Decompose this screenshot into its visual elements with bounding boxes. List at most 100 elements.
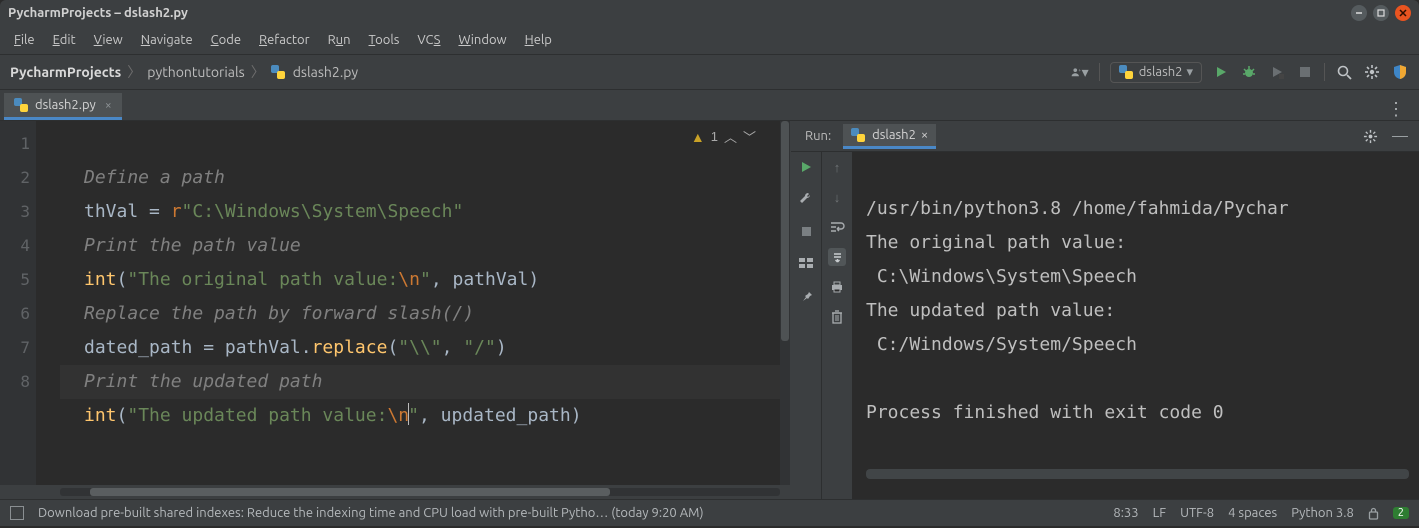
run-header: Run: dslash2 × — <box>791 121 1419 152</box>
console-scrollbar-horizontal[interactable] <box>866 469 1409 479</box>
run-coverage-button[interactable] <box>1268 65 1286 79</box>
console-output[interactable]: /usr/bin/python3.8 /home/fahmida/Pychar … <box>852 152 1419 499</box>
print-icon[interactable] <box>828 278 846 296</box>
menu-edit[interactable]: Edit <box>45 31 84 49</box>
arrow-down-icon[interactable]: ↓ <box>828 188 846 206</box>
trash-icon[interactable] <box>828 308 846 326</box>
code-token: Replace the path by forward slash(/) <box>84 303 474 324</box>
close-tab-icon[interactable]: × <box>921 128 928 142</box>
code-token: \n <box>398 269 420 290</box>
status-message[interactable]: Download pre-built shared indexes: Reduc… <box>38 506 704 520</box>
run-tool-window: Run: dslash2 × — <box>790 121 1419 499</box>
menu-view[interactable]: View <box>86 31 131 49</box>
code-token: dated_path = pathVal. <box>84 337 312 358</box>
line-separator[interactable]: LF <box>1153 506 1166 520</box>
chevron-down-icon[interactable]: ﹀ <box>743 127 756 146</box>
code-text[interactable]: Define a path thVal = r"C:\Windows\Syste… <box>66 121 790 485</box>
line-number: 3 <box>0 195 30 229</box>
notifications-badge[interactable]: 2 <box>1393 507 1409 519</box>
shield-icon[interactable] <box>1391 64 1409 80</box>
code-token: Print the updated path <box>84 371 322 392</box>
toolbar-separator <box>1099 63 1100 81</box>
menu-vcs[interactable]: VCS <box>409 31 448 49</box>
code-token: , updated_path) <box>419 405 582 426</box>
warning-icon: ▲ <box>691 129 705 145</box>
code-token: r <box>171 201 182 222</box>
inspection-widget[interactable]: ▲ 1 ︿ ﹀ <box>691 127 756 146</box>
scrollbar-thumb[interactable] <box>90 488 610 496</box>
code-token: " <box>420 269 431 290</box>
console-line: C:/Windows/System/Speech <box>866 334 1137 355</box>
wrench-icon[interactable] <box>797 190 815 208</box>
caret-position[interactable]: 8:33 <box>1113 506 1138 520</box>
window-maximize-button[interactable] <box>1373 5 1389 21</box>
menu-help[interactable]: Help <box>517 31 560 49</box>
line-number: 1 <box>0 127 30 161</box>
code-token: ) <box>496 337 507 358</box>
layout-icon[interactable] <box>797 254 815 272</box>
breadcrumb-file[interactable]: dslash2.py <box>293 64 358 80</box>
console-line: The updated path value: <box>866 300 1115 321</box>
run-tab-active[interactable]: dslash2 × <box>843 124 936 149</box>
window-title: PycharmProjects – dslash2.py <box>8 6 188 20</box>
settings-button[interactable] <box>1363 64 1381 80</box>
soft-wrap-icon[interactable] <box>828 218 846 236</box>
menu-code[interactable]: Code <box>203 31 249 49</box>
code-token: "/" <box>463 337 496 358</box>
lock-icon[interactable] <box>1368 507 1379 520</box>
add-user-icon[interactable]: + ▾ <box>1071 64 1089 81</box>
tab-actions-menu-icon[interactable]: ⋮ <box>1377 99 1415 120</box>
hide-tool-window-icon[interactable]: — <box>1391 127 1409 145</box>
stop-icon[interactable] <box>797 222 815 240</box>
code-token: int <box>84 405 117 426</box>
editor-tab-active[interactable]: dslash2.py × <box>4 93 122 120</box>
menu-refactor[interactable]: Refactor <box>251 31 318 49</box>
tool-window-settings-icon[interactable] <box>1361 129 1379 144</box>
run-action-gutter <box>791 152 821 499</box>
menu-navigate[interactable]: Navigate <box>133 31 201 49</box>
window-close-button[interactable] <box>1395 5 1411 21</box>
stop-button[interactable] <box>1296 66 1314 78</box>
line-number: 7 <box>0 331 30 365</box>
menu-window[interactable]: Window <box>450 31 514 49</box>
pin-icon[interactable] <box>797 286 815 304</box>
breadcrumbs: PycharmProjects 〉 pythontutorials 〉 dsla… <box>10 62 358 82</box>
indent-setting[interactable]: 4 spaces <box>1228 506 1277 520</box>
menu-file[interactable]: File <box>6 31 43 49</box>
editor-scrollbar-horizontal[interactable] <box>0 485 790 499</box>
code-token: Define a path <box>84 167 225 188</box>
line-number: 5 <box>0 263 30 297</box>
arrow-up-icon[interactable]: ↑ <box>828 158 846 176</box>
console-line: The original path value: <box>866 232 1126 253</box>
menu-tools[interactable]: Tools <box>361 31 408 49</box>
run-configuration-selector[interactable]: dslash2 ▾ <box>1110 62 1202 83</box>
file-encoding[interactable]: UTF-8 <box>1180 506 1214 520</box>
svg-text:+: + <box>1078 66 1081 72</box>
python-file-icon <box>851 128 865 142</box>
code-area[interactable]: 1 2 3 4 5 6 7 8 Define a path thVal = r"… <box>0 121 790 485</box>
main-area: 1 2 3 4 5 6 7 8 Define a path thVal = r"… <box>0 121 1419 499</box>
console-line: /usr/bin/python3.8 /home/fahmida/Pychar <box>866 198 1289 219</box>
debug-button[interactable] <box>1240 64 1258 80</box>
close-tab-icon[interactable]: × <box>105 99 112 112</box>
run-button[interactable] <box>1212 65 1230 79</box>
search-everywhere-button[interactable] <box>1335 64 1353 80</box>
python-file-icon <box>1119 65 1133 79</box>
code-token: replace <box>312 337 388 358</box>
rerun-button[interactable] <box>797 158 815 176</box>
python-file-icon <box>14 98 28 112</box>
breadcrumb-folder[interactable]: pythontutorials <box>147 64 244 80</box>
window-minimize-button[interactable] <box>1351 5 1367 21</box>
code-token: "C:\Windows\System\Speech" <box>182 201 464 222</box>
editor-tab-label: dslash2.py <box>35 98 96 112</box>
scroll-to-end-icon[interactable] <box>828 248 846 266</box>
chevron-up-icon[interactable]: ︿ <box>724 127 737 146</box>
inspection-count: 1 <box>711 129 718 144</box>
menu-run[interactable]: Run <box>320 31 359 49</box>
console-line: Process finished with exit code 0 <box>866 402 1224 423</box>
code-token: " <box>408 405 419 426</box>
tool-windows-toggle-icon[interactable] <box>10 506 24 520</box>
line-number: 6 <box>0 297 30 331</box>
breadcrumb-project[interactable]: PycharmProjects <box>10 64 121 80</box>
python-interpreter[interactable]: Python 3.8 <box>1291 506 1354 520</box>
